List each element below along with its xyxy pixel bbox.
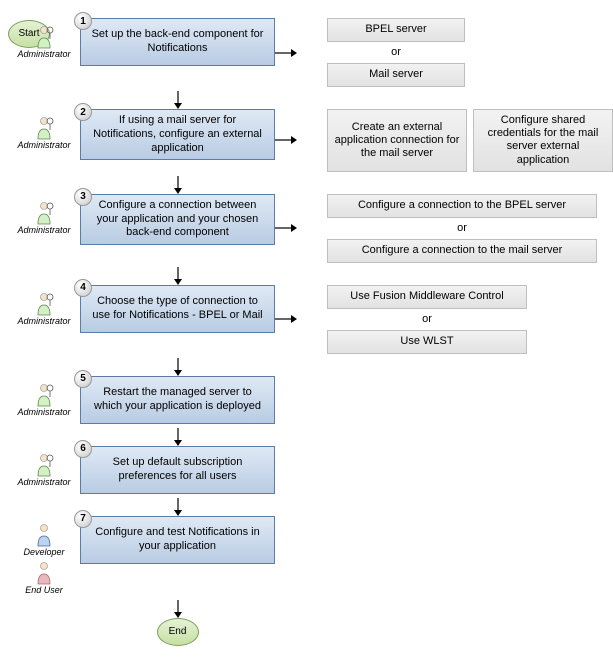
person-admin-icon bbox=[34, 291, 54, 317]
person-admin-icon bbox=[34, 24, 54, 50]
arrow-to-end bbox=[80, 600, 275, 618]
step-box-7: Configure and test Notifications in your… bbox=[80, 516, 275, 564]
arrow-right-icon bbox=[275, 313, 299, 325]
step-badge: 4 bbox=[74, 279, 92, 297]
step-badge: 5 bbox=[74, 370, 92, 388]
step-badge: 2 bbox=[74, 103, 92, 121]
option-box: Use Fusion Middleware Control bbox=[327, 285, 527, 309]
actor-administrator: Administrator bbox=[17, 452, 70, 488]
actor-label: Administrator bbox=[17, 408, 70, 418]
step-box-2: If using a mail server for Notifications… bbox=[80, 109, 275, 160]
option-box: Mail server bbox=[327, 63, 465, 87]
actor-label: Administrator bbox=[17, 478, 70, 488]
person-admin-icon bbox=[34, 452, 54, 478]
options-group: Use Fusion Middleware Control or Use WLST bbox=[327, 285, 527, 354]
step-box-5: Restart the managed server to which your… bbox=[80, 376, 275, 424]
actor-col: Administrator bbox=[8, 109, 80, 151]
person-admin-icon bbox=[34, 382, 54, 408]
actor-label: Developer bbox=[23, 548, 64, 558]
step-badge: 7 bbox=[74, 510, 92, 528]
step-row-2: Administrator2 If using a mail server fo… bbox=[8, 109, 605, 172]
end-terminal: End bbox=[157, 618, 199, 646]
arrow-down-icon bbox=[80, 91, 275, 109]
or-label: or bbox=[327, 313, 527, 326]
option-box: Configure shared credentials for the mai… bbox=[473, 109, 613, 172]
actor-col: Developer End User bbox=[8, 516, 80, 596]
actor-label: Administrator bbox=[17, 317, 70, 327]
actor-label: Administrator bbox=[17, 141, 70, 151]
person-admin-icon bbox=[34, 115, 54, 141]
arrow-down-icon bbox=[80, 267, 275, 285]
actor-col: Administrator bbox=[8, 376, 80, 418]
actor-administrator: Administrator bbox=[17, 200, 70, 236]
step-row-5: Administrator5 Restart the managed serve… bbox=[8, 376, 605, 424]
actor-administrator: Administrator bbox=[17, 382, 70, 418]
or-label: or bbox=[327, 222, 597, 235]
step-badge: 1 bbox=[74, 12, 92, 30]
step-row-4: Administrator4 Choose the type of connec… bbox=[8, 285, 605, 354]
actor-col: Administrator bbox=[8, 285, 80, 327]
option-box: Use WLST bbox=[327, 330, 527, 354]
arrow-right-icon bbox=[275, 47, 299, 59]
actor-label: Administrator bbox=[17, 50, 70, 60]
actor-administrator: Administrator bbox=[17, 291, 70, 327]
step-row-6: Administrator6 Set up default subscripti… bbox=[8, 446, 605, 494]
person-admin-icon bbox=[34, 200, 54, 226]
options-group: Configure a connection to the BPEL serve… bbox=[327, 194, 597, 263]
actor-label: End User bbox=[25, 586, 63, 596]
arrow-down-icon bbox=[80, 358, 275, 376]
person-dev-icon bbox=[34, 522, 54, 548]
arrow-down-icon bbox=[80, 176, 275, 194]
step-badge: 6 bbox=[74, 440, 92, 458]
or-label: or bbox=[327, 46, 465, 59]
option-box: BPEL server bbox=[327, 18, 465, 42]
step-row-1: Administrator1 Set up the back-end compo… bbox=[8, 18, 605, 87]
step-box-3: Configure a connection between your appl… bbox=[80, 194, 275, 245]
option-box: Configure a connection to the mail serve… bbox=[327, 239, 597, 263]
actor-col: Administrator bbox=[8, 446, 80, 488]
arrow-down-icon bbox=[80, 428, 275, 446]
step-row-3: Administrator3 Configure a connection be… bbox=[8, 194, 605, 263]
step-box-1: Set up the back-end component for Notifi… bbox=[80, 18, 275, 66]
actor-developer: Developer bbox=[23, 522, 64, 558]
person-user-icon bbox=[34, 560, 54, 586]
actor-col: Administrator bbox=[8, 18, 80, 60]
actor-administrator: Administrator bbox=[17, 115, 70, 151]
options-group: BPEL server or Mail server bbox=[327, 18, 465, 87]
actor-administrator: Administrator bbox=[17, 24, 70, 60]
arrow-right-icon bbox=[275, 134, 299, 146]
actor-end_user: End User bbox=[25, 560, 63, 596]
step-row-7: DeveloperEnd User7 Configure and test No… bbox=[8, 516, 605, 596]
step-box-6: Set up default subscription preferences … bbox=[80, 446, 275, 494]
step-box-4: Choose the type of connection to use for… bbox=[80, 285, 275, 333]
actor-label: Administrator bbox=[17, 226, 70, 236]
options-group: Create an external application connectio… bbox=[327, 109, 613, 172]
actor-col: Administrator bbox=[8, 194, 80, 236]
option-box: Configure a connection to the BPEL serve… bbox=[327, 194, 597, 218]
arrow-down-icon bbox=[80, 498, 275, 516]
option-box: Create an external application connectio… bbox=[327, 109, 467, 172]
arrow-right-icon bbox=[275, 222, 299, 234]
step-badge: 3 bbox=[74, 188, 92, 206]
